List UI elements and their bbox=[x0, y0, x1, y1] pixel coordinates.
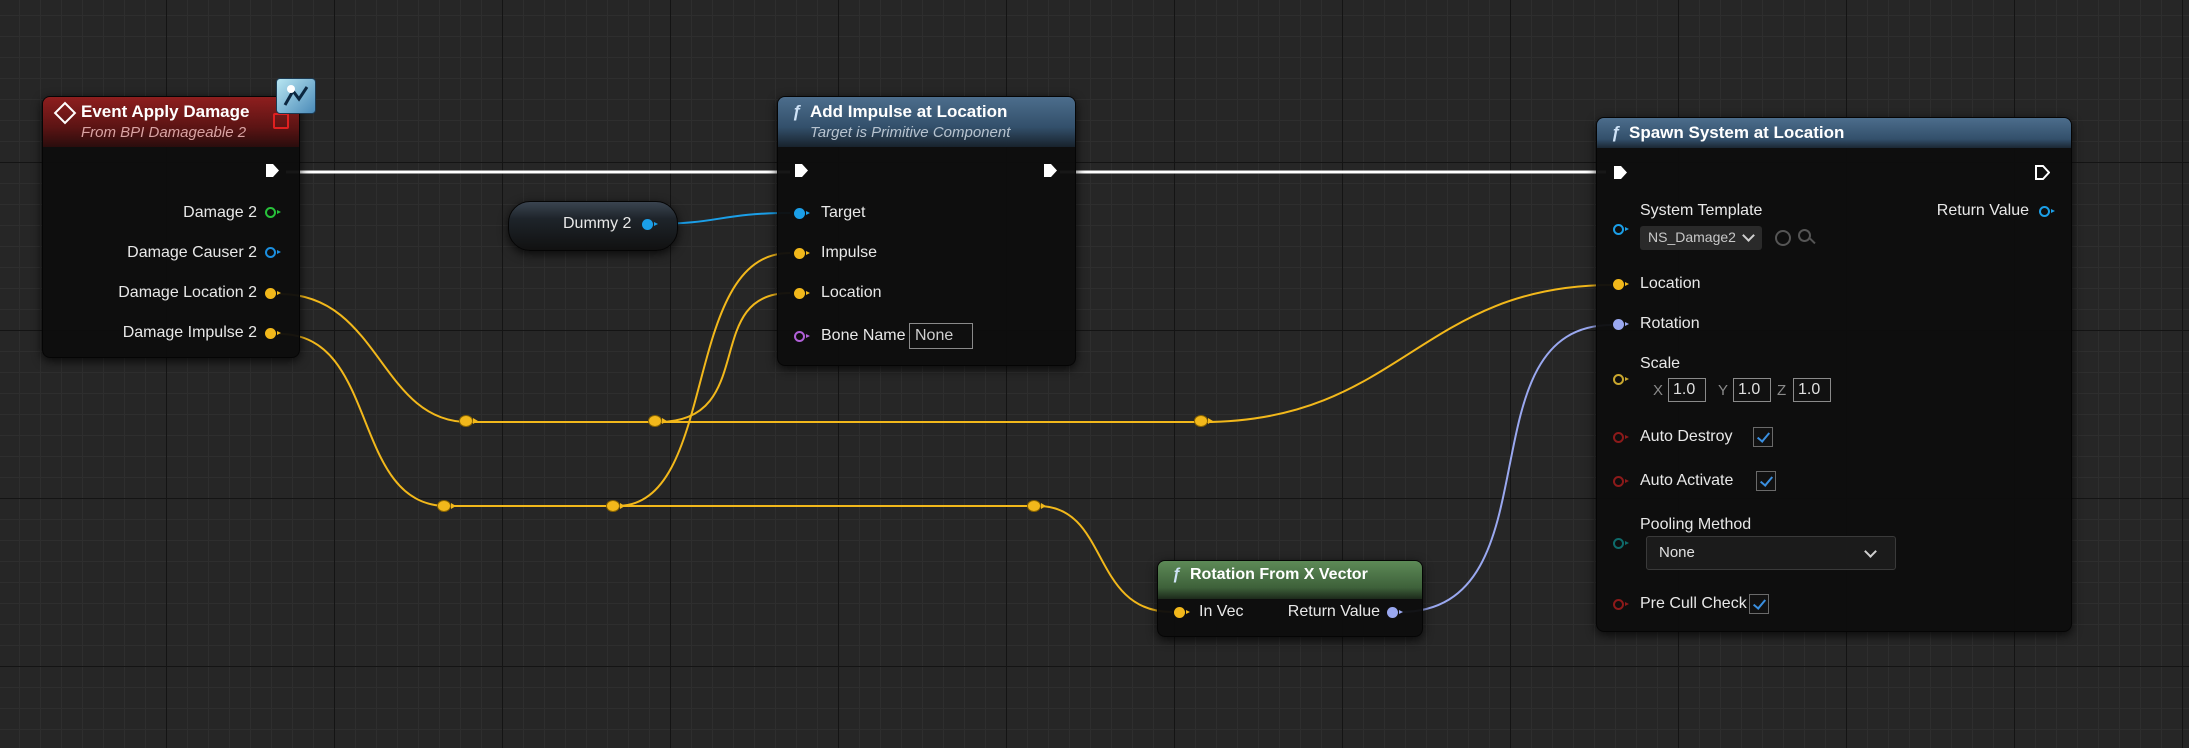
node-title: Spawn System at Location bbox=[1629, 123, 1845, 142]
return-value-pin[interactable] bbox=[2039, 206, 2055, 217]
pin-label-return-value: Return Value bbox=[1936, 202, 2029, 219]
scale-pin[interactable] bbox=[1613, 374, 1629, 385]
function-icon: ƒ bbox=[1172, 566, 1181, 583]
system-template-value: NS_Damage2 bbox=[1648, 229, 1736, 245]
pin-label-location: Location bbox=[821, 284, 882, 301]
dummy-output-pin[interactable] bbox=[642, 219, 658, 230]
pooling-method-pin[interactable] bbox=[1613, 538, 1629, 549]
reroute-node[interactable] bbox=[437, 500, 456, 512]
variable-label: Dummy 2 bbox=[563, 215, 632, 232]
scale-z-axis-label: Z bbox=[1777, 382, 1787, 399]
pin-label-in-vec: In Vec bbox=[1199, 603, 1244, 620]
output-delegate-icon[interactable] bbox=[273, 113, 289, 129]
pin-label-damage-causer: Damage Causer 2 bbox=[127, 244, 257, 261]
chevron-down-icon bbox=[1864, 545, 1877, 558]
search-icon-handle bbox=[1809, 237, 1816, 245]
system-template-pin[interactable] bbox=[1613, 224, 1629, 235]
damage-impulse-pin[interactable] bbox=[265, 328, 281, 339]
target-pin[interactable] bbox=[794, 208, 810, 219]
node-header: ƒ Rotation From X Vector bbox=[1158, 561, 1422, 599]
node-title: Rotation From X Vector bbox=[1190, 566, 1368, 583]
function-icon: ƒ bbox=[792, 102, 802, 121]
scale-y-axis-label: Y bbox=[1718, 382, 1729, 399]
node-header: ƒ Spawn System at Location bbox=[1597, 118, 2071, 148]
scale-z-field[interactable]: 1.0 bbox=[1793, 378, 1831, 402]
scale-x-axis-label: X bbox=[1653, 382, 1664, 399]
damage-pin[interactable] bbox=[265, 207, 281, 218]
pin-label-damage-impulse: Damage Impulse 2 bbox=[122, 324, 257, 341]
location-pin[interactable] bbox=[1613, 279, 1629, 290]
rotation-wire bbox=[1399, 324, 1613, 613]
pin-label-damage: Damage 2 bbox=[183, 204, 257, 221]
bone-name-pin[interactable] bbox=[794, 331, 810, 342]
node-title: Add Impulse at Location bbox=[810, 102, 1008, 121]
reroute-node[interactable] bbox=[606, 500, 625, 512]
location-wire bbox=[657, 292, 791, 423]
pin-label-bone-name: Bone Name bbox=[821, 327, 906, 344]
function-icon: ƒ bbox=[1611, 123, 1621, 142]
auto-destroy-pin[interactable] bbox=[1613, 432, 1629, 443]
damage-causer-pin[interactable] bbox=[265, 247, 281, 258]
impulse-wire bbox=[616, 252, 791, 507]
pin-label-rotation: Rotation bbox=[1640, 315, 1700, 332]
auto-activate-checkbox[interactable] bbox=[1756, 471, 1776, 491]
search-icon[interactable] bbox=[1798, 229, 1811, 242]
pin-label-return-value: Return Value bbox=[1287, 603, 1380, 620]
damage-location-pin[interactable] bbox=[265, 288, 281, 299]
pooling-method-dropdown[interactable]: None bbox=[1646, 536, 1896, 570]
rotation-from-x-vector-node[interactable]: ƒ Rotation From X Vector In Vec Return Va… bbox=[1157, 560, 1423, 637]
pin-label-impulse: Impulse bbox=[821, 244, 878, 261]
in-vec-pin[interactable] bbox=[1174, 607, 1190, 618]
scale-y-field[interactable]: 1.0 bbox=[1733, 378, 1771, 402]
location-pin[interactable] bbox=[794, 288, 810, 299]
pooling-method-value: None bbox=[1659, 544, 1695, 561]
scale-x-field[interactable]: 1.0 bbox=[1668, 378, 1706, 402]
pin-label-target: Target bbox=[821, 204, 866, 221]
pre-cull-check-pin[interactable] bbox=[1613, 599, 1629, 610]
pin-label-scale: Scale bbox=[1640, 355, 1681, 372]
pin-label-pooling-method: Pooling Method bbox=[1640, 516, 1752, 533]
bone-name-field[interactable]: None bbox=[909, 323, 973, 349]
event-apply-damage-node[interactable]: Event Apply Damage From BPI Damageable 2… bbox=[42, 96, 300, 358]
pre-cull-check-checkbox[interactable] bbox=[1749, 594, 1769, 614]
spawn-system-at-location-node[interactable]: ƒ Spawn System at Location System Templat… bbox=[1596, 117, 2072, 632]
exec-out-pin[interactable] bbox=[265, 163, 280, 178]
interface-message-icon bbox=[276, 78, 316, 114]
exec-out-pin[interactable] bbox=[1043, 163, 1058, 178]
pin-label-location: Location bbox=[1640, 275, 1701, 292]
impulse-pin[interactable] bbox=[794, 248, 810, 259]
auto-activate-pin[interactable] bbox=[1613, 476, 1629, 487]
chevron-down-icon bbox=[1742, 229, 1755, 242]
pin-label-system-template: System Template bbox=[1640, 202, 1763, 219]
dummy-variable-node[interactable]: Dummy 2 bbox=[508, 201, 678, 251]
rotation-pin[interactable] bbox=[1613, 319, 1629, 330]
reroute-node[interactable] bbox=[1027, 500, 1046, 512]
auto-destroy-checkbox[interactable] bbox=[1753, 427, 1773, 447]
exec-in-pin[interactable] bbox=[1613, 165, 1628, 180]
node-subtitle: From BPI Damageable 2 bbox=[81, 124, 247, 141]
event-diamond-icon bbox=[53, 101, 77, 124]
node-subtitle: Target is Primitive Component bbox=[810, 124, 1011, 141]
add-impulse-at-location-node[interactable]: ƒ Add Impulse at Location Target is Primi… bbox=[777, 96, 1076, 366]
pin-label-pre-cull-check: Pre Cull Check bbox=[1640, 595, 1747, 612]
system-template-dropdown[interactable]: NS_Damage2 bbox=[1640, 226, 1762, 250]
reroute-node[interactable] bbox=[648, 415, 667, 427]
reroute-node[interactable] bbox=[459, 415, 478, 427]
reroute-node[interactable] bbox=[1194, 415, 1213, 427]
exec-in-pin[interactable] bbox=[794, 163, 809, 178]
browse-back-icon[interactable] bbox=[1775, 230, 1791, 246]
node-header: ƒ Add Impulse at Location Target is Primi… bbox=[778, 97, 1075, 147]
pin-label-damage-location: Damage Location 2 bbox=[118, 284, 257, 301]
pin-label-auto-destroy: Auto Destroy bbox=[1640, 428, 1733, 445]
impulse-wire bbox=[279, 333, 1173, 613]
exec-out-pin[interactable] bbox=[2035, 165, 2051, 180]
pin-label-auto-activate: Auto Activate bbox=[1640, 472, 1734, 489]
return-value-pin[interactable] bbox=[1387, 607, 1403, 618]
node-title: Event Apply Damage bbox=[81, 102, 250, 121]
node-header: Event Apply Damage From BPI Damageable 2 bbox=[43, 97, 299, 147]
